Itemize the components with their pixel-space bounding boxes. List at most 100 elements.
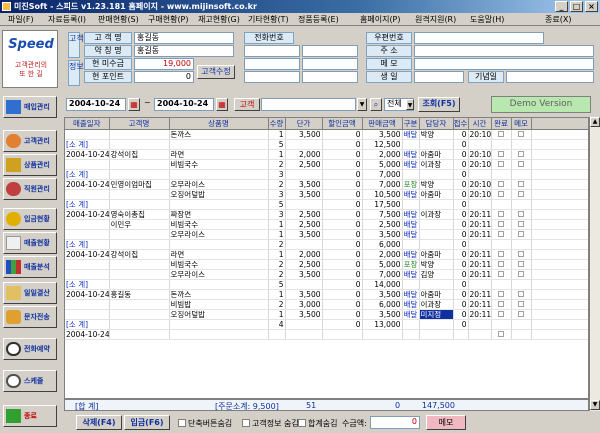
table-row[interactable]: 2004-10-24 영숙이총집 짜장면 3 2,500 0 7,500 배달 이과장 0 20:1… bbox=[65, 209, 588, 220]
col-discount[interactable]: 할인금액 bbox=[322, 118, 363, 130]
cell-price[interactable]: 2,000 bbox=[285, 249, 323, 260]
cell-staff[interactable]: 아줌마 bbox=[419, 149, 454, 160]
subtotal-row[interactable]: [소 계] 5 0 14,000 0 bbox=[65, 279, 588, 290]
menu-remote[interactable]: 원격지원(R) bbox=[415, 14, 456, 25]
cell-staff[interactable]: 이과장 bbox=[419, 159, 454, 170]
cell-done[interactable] bbox=[491, 229, 512, 240]
cell-staff[interactable] bbox=[419, 219, 454, 230]
cell-product[interactable]: 짜장면 bbox=[169, 209, 269, 220]
table-row[interactable]: 2004-10-24 강석이집 라면 1 2,000 0 2,000 배달 아줌마 0 20:10 bbox=[65, 149, 588, 160]
cell-product[interactable]: 오무라이스 bbox=[169, 179, 269, 190]
cell-done[interactable] bbox=[491, 239, 512, 250]
cell-qty[interactable]: 2 bbox=[268, 179, 286, 190]
cell-staff[interactable] bbox=[419, 199, 454, 210]
cell-price[interactable]: 2,500 bbox=[285, 209, 323, 220]
cell-amount[interactable]: 7,000 bbox=[362, 169, 403, 180]
cell-done[interactable] bbox=[491, 289, 512, 300]
cell-price[interactable]: 3,500 bbox=[285, 309, 323, 320]
cell-done[interactable] bbox=[491, 219, 512, 230]
cell-qty[interactable]: 1 bbox=[268, 249, 286, 260]
range-dropdown-icon[interactable]: ▼ bbox=[406, 99, 414, 110]
cell-price[interactable] bbox=[285, 199, 323, 210]
customer-filter-field[interactable] bbox=[261, 98, 356, 111]
done-checkbox[interactable] bbox=[498, 231, 504, 237]
nav-sms[interactable]: 문자전송 bbox=[3, 306, 57, 328]
cell-customer[interactable] bbox=[109, 309, 170, 320]
table-row[interactable]: 이민우 비빔국수 1 2,500 0 2,500 배달 0 20:11 bbox=[65, 219, 588, 230]
cell-date[interactable]: 2004-10-24 bbox=[65, 149, 110, 160]
cell-done[interactable] bbox=[491, 209, 512, 220]
done-checkbox[interactable] bbox=[498, 331, 504, 337]
cell-time[interactable]: 20:10 bbox=[468, 129, 492, 140]
cell-customer[interactable] bbox=[109, 189, 170, 200]
calendar-from-icon[interactable]: ▦ bbox=[128, 98, 140, 111]
nav-payment[interactable]: 입금현황 bbox=[3, 208, 57, 230]
nav-purchase[interactable]: 매입관리 bbox=[3, 96, 57, 118]
address-field[interactable] bbox=[414, 45, 594, 57]
memo-button[interactable]: 메모 bbox=[426, 415, 466, 430]
cell-type[interactable]: 배달 bbox=[402, 269, 420, 280]
cell-time[interactable] bbox=[468, 239, 492, 250]
cell-amount[interactable] bbox=[362, 329, 403, 340]
cell-qty[interactable]: 2 bbox=[268, 159, 286, 170]
cell-type[interactable]: 포장 bbox=[402, 259, 420, 270]
cell-received[interactable]: 0 bbox=[453, 179, 469, 190]
cell-qty[interactable]: 2 bbox=[268, 259, 286, 270]
cell-customer[interactable]: 홍길동 bbox=[109, 289, 170, 300]
cell-customer[interactable] bbox=[109, 229, 170, 240]
cell-qty[interactable]: 5 bbox=[268, 279, 286, 290]
cell-staff[interactable]: 이과장 bbox=[419, 209, 454, 220]
cell-amount[interactable]: 2,000 bbox=[362, 249, 403, 260]
cell-product[interactable]: 라면 bbox=[169, 249, 269, 260]
memo-checkbox[interactable] bbox=[518, 221, 524, 227]
cell-done[interactable] bbox=[491, 189, 512, 200]
menu-sales[interactable]: 판매현황(S) bbox=[98, 14, 139, 25]
done-checkbox[interactable] bbox=[498, 151, 504, 157]
cell-product[interactable]: 비빔국수 bbox=[169, 159, 269, 170]
cell-date[interactable] bbox=[65, 309, 110, 320]
cell-staff[interactable] bbox=[419, 329, 454, 340]
cell-staff[interactable] bbox=[419, 229, 454, 240]
cell-type[interactable]: 배달 bbox=[402, 129, 420, 140]
cell-customer[interactable]: 강석이집 bbox=[109, 249, 170, 260]
col-time[interactable]: 시간 bbox=[468, 118, 492, 130]
done-checkbox[interactable] bbox=[498, 291, 504, 297]
cell-type[interactable]: 포장 bbox=[402, 179, 420, 190]
cell-price[interactable]: 3,500 bbox=[285, 129, 323, 140]
date-from-field[interactable]: 2004-10-24 bbox=[66, 98, 126, 111]
cell-date[interactable]: 2004-10-24 bbox=[65, 249, 110, 260]
cell-memo[interactable] bbox=[511, 259, 532, 270]
phone-field-6[interactable] bbox=[302, 71, 358, 83]
menu-data-entry[interactable]: 자료등록(I) bbox=[48, 14, 86, 25]
cell-time[interactable]: 20:10 bbox=[468, 159, 492, 170]
subtotal-row[interactable]: [소 계] 5 0 17,500 0 bbox=[65, 199, 588, 210]
cell-product[interactable]: 오무라이스 bbox=[169, 269, 269, 280]
phone-field-1[interactable] bbox=[244, 45, 300, 57]
cell-discount[interactable]: 0 bbox=[322, 219, 363, 230]
cell-amount[interactable]: 7,500 bbox=[362, 209, 403, 220]
cell-type[interactable] bbox=[402, 279, 420, 290]
cell-qty[interactable] bbox=[268, 329, 286, 340]
cell-discount[interactable]: 0 bbox=[322, 159, 363, 170]
cell-product[interactable]: 비빔밥 bbox=[169, 299, 269, 310]
cell-time[interactable]: 20:11 bbox=[468, 259, 492, 270]
cell-discount[interactable]: 0 bbox=[322, 189, 363, 200]
done-checkbox[interactable] bbox=[498, 311, 504, 317]
search-button[interactable]: 조회(F5) bbox=[418, 97, 460, 112]
cell-date[interactable] bbox=[65, 129, 110, 140]
cell-received[interactable]: 0 bbox=[453, 209, 469, 220]
cell-staff[interactable]: 박양 bbox=[419, 179, 454, 190]
done-checkbox[interactable] bbox=[498, 221, 504, 227]
cell-product[interactable]: 오무라이스 bbox=[169, 229, 269, 240]
cell-price[interactable] bbox=[285, 329, 323, 340]
cell-done[interactable] bbox=[491, 259, 512, 270]
cell-qty[interactable]: 1 bbox=[268, 229, 286, 240]
cell-customer[interactable]: 강석이집 bbox=[109, 149, 170, 160]
nav-exit[interactable]: 종료 bbox=[3, 405, 57, 427]
memo-checkbox[interactable] bbox=[518, 211, 524, 217]
col-date[interactable]: 매출일자 bbox=[65, 118, 110, 130]
cell-staff[interactable] bbox=[419, 319, 454, 330]
cell-time[interactable]: 20:10 bbox=[468, 149, 492, 160]
cell-staff[interactable]: 김양 bbox=[419, 269, 454, 280]
cell-customer[interactable] bbox=[109, 259, 170, 270]
